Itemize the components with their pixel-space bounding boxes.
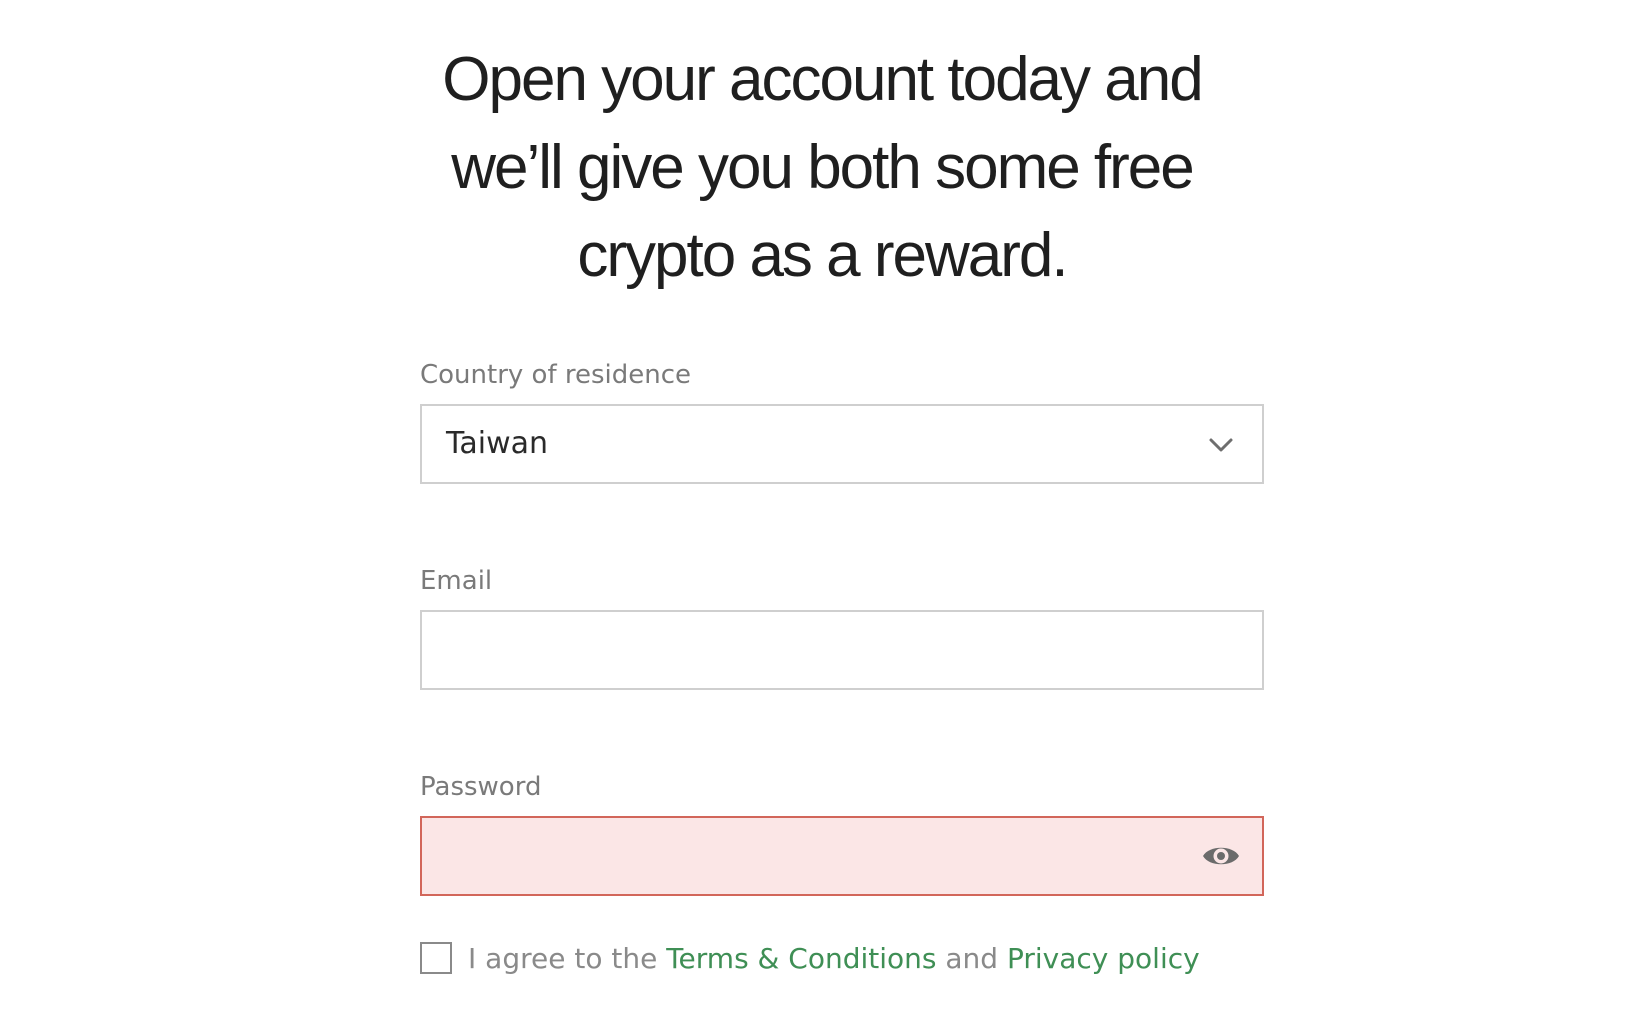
- country-label: Country of residence: [420, 360, 692, 390]
- password-field[interactable]: [422, 818, 1262, 894]
- agree-text: I agree to the Terms & Conditions and Pr…: [468, 942, 1200, 975]
- agree-middle: and: [936, 941, 1007, 975]
- page-title: Open your account today and we’ll give y…: [442, 45, 1203, 290]
- password-field-wrapper: [420, 816, 1264, 896]
- chevron-down-icon: [1209, 438, 1233, 452]
- terms-link[interactable]: Terms & Conditions: [666, 942, 936, 975]
- signup-page: Open your account today and we’ll give y…: [0, 0, 1644, 1032]
- email-label: Email: [420, 566, 493, 596]
- agree-checkbox[interactable]: [420, 942, 452, 974]
- country-select[interactable]: Taiwan: [420, 404, 1264, 484]
- agree-prefix: I agree to the: [468, 941, 667, 975]
- agree-row: I agree to the Terms & Conditions and Pr…: [420, 940, 1200, 976]
- country-select-value: Taiwan: [446, 426, 549, 461]
- signup-form: Country of residence Taiwan Email Passwo…: [420, 358, 1264, 976]
- email-field-wrapper: [420, 610, 1264, 690]
- password-label: Password: [420, 772, 542, 802]
- email-group: Email: [420, 564, 1264, 690]
- email-field[interactable]: [422, 612, 1262, 688]
- privacy-link[interactable]: Privacy policy: [1007, 942, 1200, 975]
- password-group: Password: [420, 770, 1264, 896]
- eye-icon[interactable]: [1200, 840, 1242, 872]
- country-group: Country of residence Taiwan: [420, 358, 1264, 484]
